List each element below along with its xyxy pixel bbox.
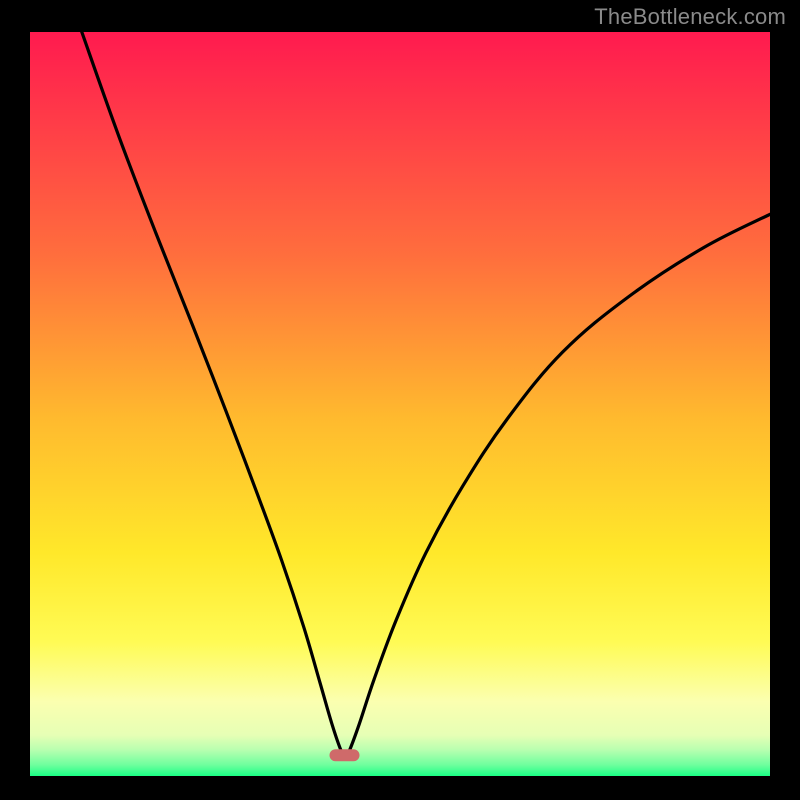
plot-background: [30, 32, 770, 776]
minimum-marker: [330, 749, 360, 761]
watermark-text: TheBottleneck.com: [594, 4, 786, 30]
chart-frame: { "watermark": "TheBottleneck.com", "cha…: [0, 0, 800, 800]
bottleneck-chart: [0, 0, 800, 800]
